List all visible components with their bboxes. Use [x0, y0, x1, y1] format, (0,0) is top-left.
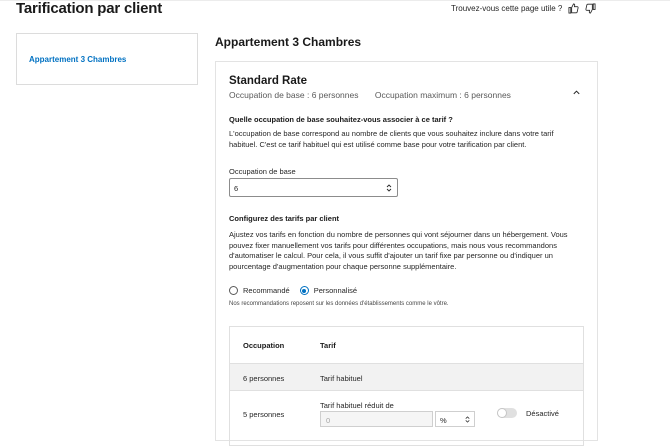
configure-title: Configurez des tarifs par client	[229, 214, 340, 223]
base-occupancy-value: 6	[234, 184, 239, 193]
radio-personnalise[interactable]	[299, 286, 309, 295]
page-title: Tarification par client	[16, 0, 162, 17]
sidebar-item-appartement[interactable]: Appartement 3 Chambres	[29, 55, 126, 64]
column-header-occupation: Occupation	[243, 341, 285, 350]
radio-personnalise-label[interactable]: Personnalisé	[314, 286, 357, 295]
base-occupancy-question: Quelle occupation de base souhaitez-vous…	[229, 115, 453, 124]
max-occupancy-text: Occupation maximum : 6 personnes	[374, 90, 511, 100]
configure-explanation: Ajustez vos tarifs en fonction du nombre…	[229, 230, 568, 271]
occupancy-cell: 5 personnes	[243, 410, 285, 419]
section-title: Appartement 3 Chambres	[215, 35, 362, 49]
radio-recommande-label[interactable]: Recommandé	[243, 286, 290, 295]
feedback-bar: Trouvez-vous cette page utile ?	[451, 3, 596, 14]
base-occupancy-explanation: L'occupation de base correspond au nombr…	[229, 129, 554, 149]
occupancy-rate-table: Occupation Tarif 6 personnes Tarif habit…	[229, 326, 584, 446]
rate-name: Standard Rate	[229, 75, 307, 87]
column-header-tarif: Tarif	[320, 341, 336, 350]
rate-card: Standard Rate Occupation de base : 6 per…	[215, 61, 598, 446]
select-arrows-icon	[464, 415, 471, 424]
rate-cell: Tarif habituel	[320, 374, 363, 383]
base-occupancy-text: Occupation de base : 6 personnes	[229, 90, 359, 100]
reduction-value-input[interactable]: 0	[320, 411, 433, 427]
base-occupancy-label: Occupation de base	[229, 167, 296, 176]
chevron-up-icon[interactable]	[572, 84, 581, 95]
reduction-toggle[interactable]	[497, 408, 517, 418]
radio-recommande[interactable]	[229, 286, 238, 295]
thumbs-down-icon[interactable]	[585, 3, 596, 14]
table-row: 6 personnes Tarif habituel	[230, 363, 583, 391]
reduced-rate-label: Tarif habituel réduit de	[320, 401, 394, 410]
reduction-unit-select[interactable]: %	[435, 411, 475, 427]
base-occupancy-select[interactable]: 6	[229, 178, 398, 197]
feedback-question: Trouvez-vous cette page utile ?	[451, 4, 563, 13]
recommendation-note: Nos recommandations reposent sur les don…	[229, 301, 449, 307]
rate-occupancy-summary: Occupation de base : 6 personnes Occupat…	[229, 90, 511, 100]
select-arrows-icon	[385, 183, 393, 193]
reduction-unit-value: %	[440, 416, 447, 425]
pricing-mode-options: Recommandé Personnalisé	[229, 286, 367, 295]
toggle-state-label: Désactivé	[526, 409, 559, 418]
occupancy-cell: 6 personnes	[243, 374, 285, 383]
thumbs-up-icon[interactable]	[568, 3, 579, 14]
sidebar: Appartement 3 Chambres	[16, 33, 198, 85]
